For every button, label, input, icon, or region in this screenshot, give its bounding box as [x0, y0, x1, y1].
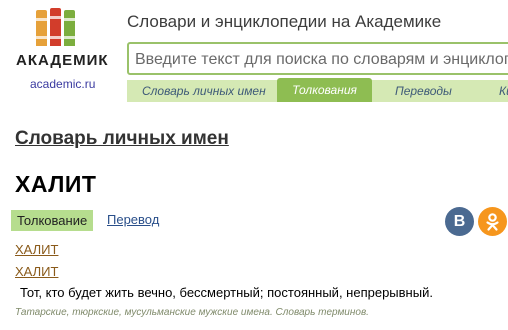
translation-link[interactable]: Перевод: [107, 212, 159, 227]
logo-url[interactable]: academic.ru: [30, 77, 95, 91]
search-box: [127, 42, 508, 75]
dictionary-tabs: Словарь личных имен Толкования Переводы …: [127, 78, 508, 102]
definition-text: Тот, кто будет жить вечно, бессмертный; …: [20, 285, 433, 300]
source-citation: Татарские, тюркские, мусульманские мужск…: [15, 307, 369, 318]
vk-share-icon[interactable]: B: [445, 207, 474, 236]
interpretation-tab[interactable]: Толкование: [11, 210, 94, 231]
tab-personal-names[interactable]: Словарь личных имен: [142, 80, 266, 102]
books-logo-icon: [36, 6, 76, 46]
entry-link[interactable]: ХАЛИТ: [15, 242, 58, 257]
tab-interpretations[interactable]: Толкования: [277, 78, 372, 102]
logo-wordmark[interactable]: АКАДЕМИК: [16, 52, 109, 69]
page-title: ХАЛИТ: [15, 171, 97, 197]
dictionary-title[interactable]: Словарь личных имен: [15, 128, 229, 150]
odnoklassniki-share-icon[interactable]: [478, 207, 507, 236]
tab-translations[interactable]: Переводы: [395, 80, 452, 102]
tab-more[interactable]: Ки: [499, 80, 508, 102]
search-input[interactable]: [133, 46, 508, 73]
entry-link[interactable]: ХАЛИТ: [15, 264, 58, 279]
site-title: Словари и энциклопедии на Академике: [127, 12, 442, 31]
